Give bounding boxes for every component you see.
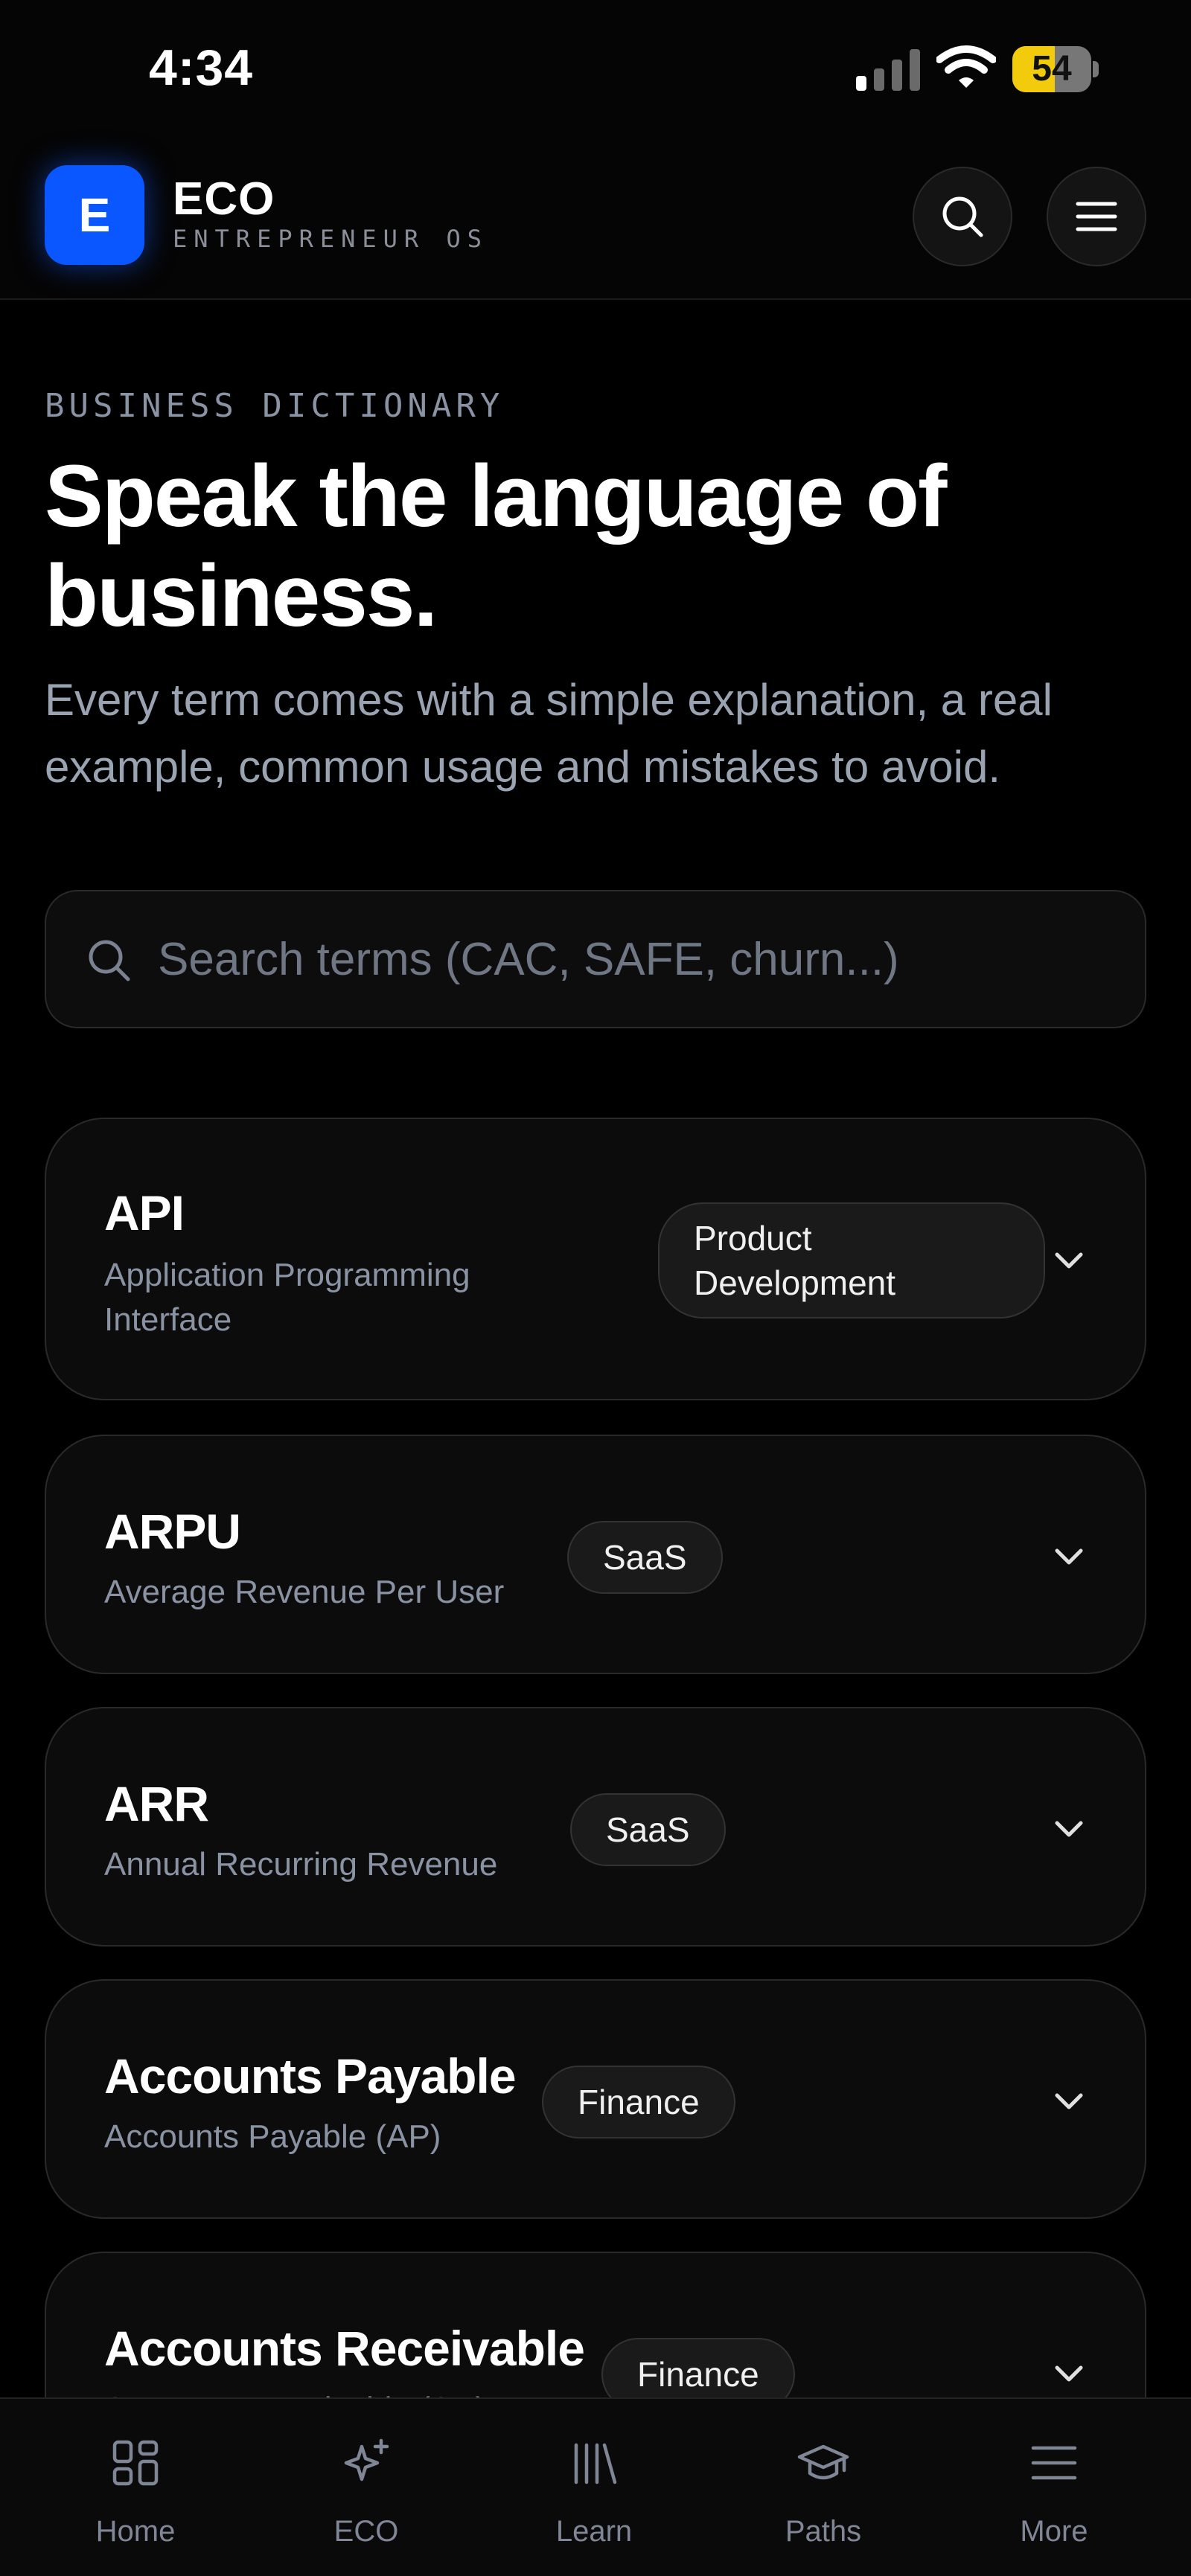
app-header: E ECO ENTREPRENEUR OS <box>0 134 1191 300</box>
category-tag: SaaS <box>567 1521 723 1594</box>
brand-subtitle: ENTREPRENEUR OS <box>173 225 488 253</box>
battery-nub <box>1093 61 1099 77</box>
nav-label: Paths <box>785 2515 862 2548</box>
term-title: Accounts Receivable <box>104 2321 585 2376</box>
category-tag-line-2: Development <box>694 1263 896 1302</box>
term-full-name: Average Revenue Per User <box>104 1574 505 1610</box>
category-tag: Product Development <box>658 1202 1045 1319</box>
term-full-name-line-2: Interface <box>104 1301 232 1338</box>
search-field[interactable] <box>45 890 1146 1028</box>
page-title-line-1: Speak the language of <box>45 447 947 545</box>
search-button[interactable] <box>913 167 1012 266</box>
battery-indicator: 54 <box>1012 46 1099 92</box>
brand-name: ECO <box>173 173 275 225</box>
app-screen: 4:34 54 E ECO ENTREPRENEUR OS BUSINESS D… <box>0 0 1191 2576</box>
graduation-cap-icon <box>797 2444 849 2480</box>
hamburger-icon <box>1076 202 1117 231</box>
nav-home[interactable]: Home <box>54 2399 217 2576</box>
term-title: ARR <box>104 1776 209 1831</box>
category-tag: SaaS <box>570 1793 726 1866</box>
page-subtitle: Every term comes with a simple explanati… <box>45 667 1146 801</box>
chevron-down-icon[interactable] <box>1047 1814 1091 1844</box>
term-full-name: Accounts Payable (AP) <box>104 2118 441 2155</box>
term-title: ARPU <box>104 1504 241 1559</box>
nav-label: ECO <box>333 2515 399 2548</box>
battery-body: 54 <box>1012 46 1091 92</box>
nav-more[interactable]: More <box>972 2399 1136 2576</box>
chevron-down-icon[interactable] <box>1047 2359 1091 2388</box>
sparkle-icon <box>344 2438 389 2482</box>
app-logo[interactable]: E <box>45 165 144 265</box>
term-card-api[interactable]: API Application Programming Interface Pr… <box>45 1118 1146 1400</box>
status-bar: 4:34 54 <box>0 0 1191 134</box>
chevron-down-icon[interactable] <box>1047 1542 1091 1571</box>
bottom-nav: Home ECO Learn Paths More <box>0 2397 1191 2576</box>
term-card-accounts-payable[interactable]: Accounts Payable Accounts Payable (AP) F… <box>45 1979 1146 2219</box>
term-full-name: Application Programming Interface <box>104 1253 470 1342</box>
page-title-line-2: business. <box>45 547 438 645</box>
menu-icon <box>1031 2446 1077 2480</box>
category-tag: Finance <box>542 2066 735 2138</box>
search-icon <box>942 196 983 237</box>
menu-button[interactable] <box>1047 167 1146 266</box>
term-card-arpu[interactable]: ARPU Average Revenue Per User SaaS <box>45 1435 1146 1674</box>
nav-label: Learn <box>555 2515 633 2548</box>
cellular-signal-icon <box>856 49 920 91</box>
chevron-down-icon[interactable] <box>1047 1246 1091 1275</box>
term-full-name-line-1: Application Programming <box>104 1257 470 1293</box>
term-title: API <box>104 1185 185 1240</box>
term-card-arr[interactable]: ARR Annual Recurring Revenue SaaS <box>45 1707 1146 1947</box>
nav-label: More <box>1020 2515 1088 2548</box>
nav-label: Home <box>95 2515 176 2548</box>
term-full-name: Annual Recurring Revenue <box>104 1846 498 1883</box>
nav-learn[interactable]: Learn <box>512 2399 676 2576</box>
page-title: Speak the language of business. <box>45 446 1087 646</box>
page-subtitle-line-1: Every term comes with a simple explanati… <box>45 675 1053 725</box>
category-tag-line-1: Product <box>694 1219 812 1257</box>
section-eyebrow: BUSINESS DICTIONARY <box>45 387 505 425</box>
nav-eco[interactable]: ECO <box>284 2399 448 2576</box>
status-time: 4:34 <box>149 39 254 96</box>
nav-paths[interactable]: Paths <box>741 2399 905 2576</box>
battery-level: 54 <box>1032 49 1072 89</box>
library-icon <box>574 2443 617 2484</box>
search-icon <box>89 940 130 981</box>
page-subtitle-line-2: example, common usage and mistakes to av… <box>45 742 1000 792</box>
wifi-icon <box>936 45 996 88</box>
chevron-down-icon[interactable] <box>1047 2086 1091 2116</box>
home-grid-icon <box>112 2440 159 2486</box>
term-title: Accounts Payable <box>104 2048 517 2104</box>
search-input[interactable] <box>158 891 1125 1027</box>
